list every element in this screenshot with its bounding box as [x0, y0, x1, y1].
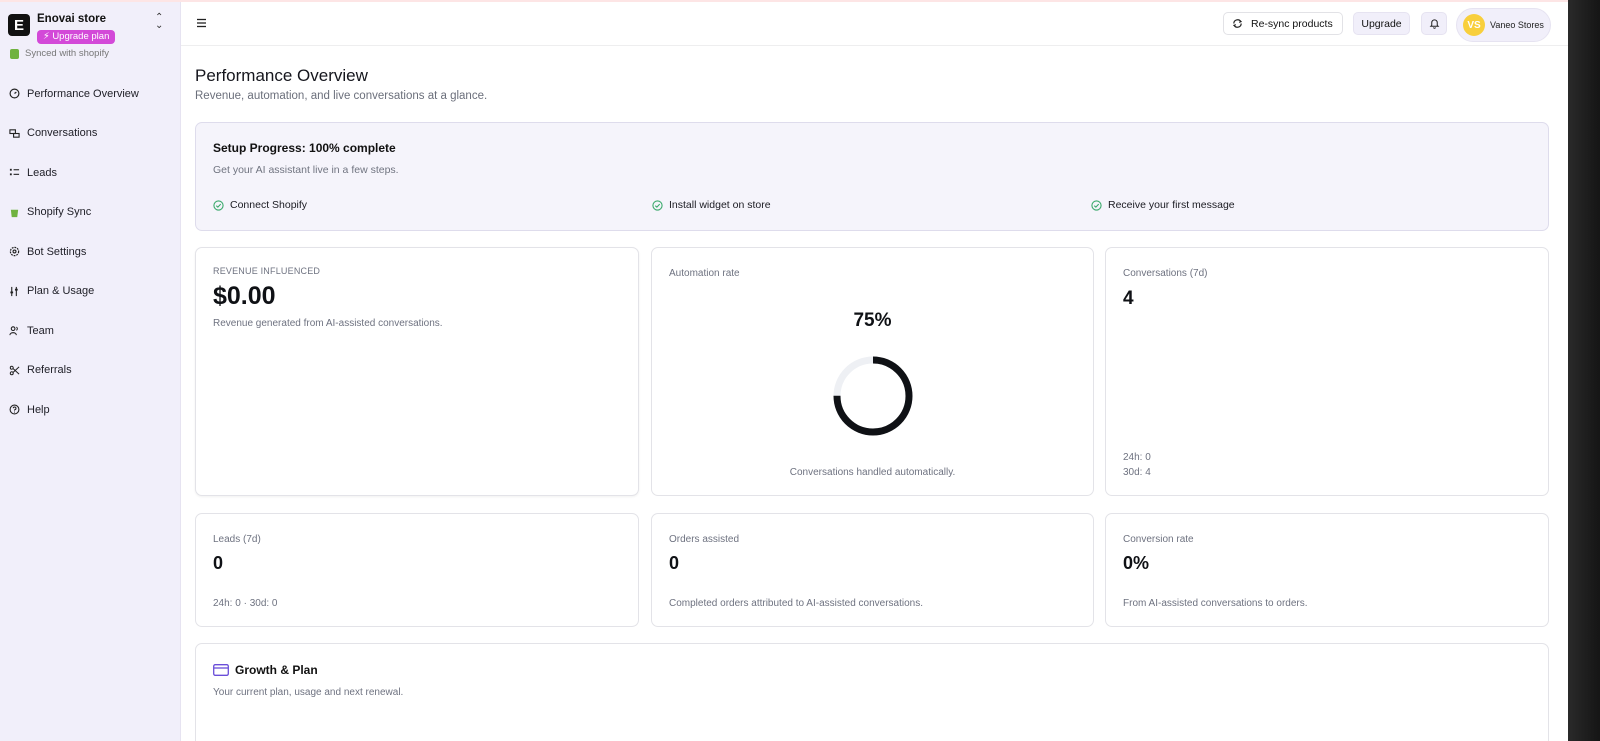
leads-card: Leads (7d) 0 24h: 0 · 30d: 0 — [195, 513, 639, 627]
page-title: Performance Overview — [195, 66, 368, 85]
bell-icon — [1429, 19, 1439, 29]
sidebar-nav: Performance Overview Conversations Leads… — [0, 74, 180, 430]
revenue-note: Revenue generated from AI-assisted conve… — [213, 318, 443, 329]
sidebar-item-plan-usage[interactable]: Plan & Usage — [0, 272, 180, 312]
leads-value: 0 — [213, 553, 224, 573]
growth-plan-title: Growth & Plan — [235, 663, 318, 677]
orders-value: 0 — [669, 553, 680, 573]
orders-note: Completed orders attributed to AI-assist… — [669, 598, 924, 609]
upgrade-plan-pill[interactable]: ⚡ Upgrade plan — [37, 30, 116, 44]
user-name: Vaneo Stores — [1490, 20, 1544, 30]
avatar: VS — [1463, 14, 1485, 36]
conversion-label: Conversion rate — [1123, 534, 1194, 545]
resync-products-button[interactable]: Re-sync products — [1223, 12, 1343, 35]
check-circle-icon — [1091, 199, 1102, 211]
automation-donut — [831, 354, 915, 438]
setup-progress-title: Setup Progress: 100% complete — [213, 141, 396, 155]
chat-icon — [9, 128, 20, 139]
shopify-icon — [9, 207, 20, 218]
app-window: E Enovai store ⚡ Upgrade plan ⌃ ⌄ Synced … — [0, 0, 1568, 741]
setup-step-first-message[interactable]: Receive your first message — [1091, 199, 1235, 211]
store-name: Enovai store — [37, 13, 107, 25]
conversion-value: 0% — [1123, 553, 1150, 573]
help-icon — [9, 404, 20, 415]
check-circle-icon — [213, 199, 224, 211]
conversations-30d: 30d: 4 — [1123, 467, 1151, 478]
setup-progress-subtitle: Get your AI assistant live in a few step… — [213, 164, 399, 176]
list-icon — [9, 167, 20, 178]
user-menu[interactable]: VS Vaneo Stores — [1456, 8, 1551, 42]
upgrade-button[interactable]: Upgrade — [1353, 12, 1410, 35]
conversion-rate-card: Conversion rate 0% From AI-assisted conv… — [1105, 513, 1549, 627]
topbar: Re-sync products Upgrade VS Vaneo Stores — [181, 2, 1568, 46]
sidebar-item-leads[interactable]: Leads — [0, 153, 180, 193]
revenue-label: REVENUE INFLUENCED — [213, 266, 321, 276]
window-edge — [1568, 0, 1600, 741]
setup-progress-card: Setup Progress: 100% complete Get your A… — [195, 122, 1549, 231]
shopify-sync-status: Synced with shopify — [10, 48, 109, 59]
chevron-updown-icon[interactable]: ⌃ ⌄ — [155, 13, 163, 31]
automation-value: 75% — [853, 310, 892, 331]
check-circle-icon — [652, 199, 663, 211]
revenue-value: $0.00 — [213, 282, 276, 310]
growth-plan-subtitle: Your current plan, usage and next renewa… — [213, 687, 404, 698]
setup-step-install-widget[interactable]: Install widget on store — [652, 199, 771, 211]
automation-note: Conversations handled automatically. — [789, 467, 956, 478]
main-content: Re-sync products Upgrade VS Vaneo Stores… — [181, 2, 1568, 741]
leads-note: 24h: 0 · 30d: 0 — [213, 598, 278, 609]
refresh-icon — [1232, 19, 1243, 28]
hamburger-menu-icon[interactable] — [196, 16, 208, 28]
users-icon — [9, 325, 20, 336]
conversations-label: Conversations (7d) — [1123, 268, 1208, 279]
sidebar-item-help[interactable]: Help — [0, 390, 180, 430]
setup-step-connect-shopify[interactable]: Connect Shopify — [213, 199, 307, 211]
revenue-influenced-card: REVENUE INFLUENCED $0.00 Revenue generat… — [195, 247, 639, 496]
conversations-card: Conversations (7d) 4 24h: 0 30d: 4 — [1105, 247, 1549, 496]
conversion-note: From AI-assisted conversations to orders… — [1123, 598, 1308, 609]
page-subtitle: Revenue, automation, and live conversati… — [195, 90, 488, 102]
automation-label: Automation rate — [669, 268, 740, 279]
orders-assisted-card: Orders assisted 0 Completed orders attri… — [651, 513, 1094, 627]
credit-card-icon — [213, 664, 229, 676]
share-icon — [9, 365, 20, 376]
automation-rate-card: Automation rate 75% Conversations handle… — [651, 247, 1094, 496]
gauge-icon — [9, 88, 20, 99]
sidebar-item-team[interactable]: Team — [0, 311, 180, 351]
leads-label: Leads (7d) — [213, 534, 261, 545]
growth-plan-card: Growth & Plan Your current plan, usage a… — [195, 643, 1549, 741]
sidebar-item-shopify-sync[interactable]: Shopify Sync — [0, 193, 180, 233]
conversations-24h: 24h: 0 — [1123, 452, 1151, 463]
sidebar-item-conversations[interactable]: Conversations — [0, 114, 180, 154]
conversations-value: 4 — [1123, 288, 1134, 309]
shopify-icon — [10, 48, 19, 59]
notifications-button[interactable] — [1421, 12, 1447, 35]
gear-icon — [9, 246, 20, 257]
sidebar-item-bot-settings[interactable]: Bot Settings — [0, 232, 180, 272]
sidebar: E Enovai store ⚡ Upgrade plan ⌃ ⌄ Synced … — [0, 2, 181, 741]
store-switcher[interactable]: E Enovai store ⚡ Upgrade plan — [8, 12, 116, 44]
orders-label: Orders assisted — [669, 534, 740, 545]
enovai-logo: E — [8, 14, 30, 36]
sidebar-item-referrals[interactable]: Referrals — [0, 351, 180, 391]
sliders-icon — [9, 286, 20, 297]
sidebar-item-performance-overview[interactable]: Performance Overview — [0, 74, 180, 114]
